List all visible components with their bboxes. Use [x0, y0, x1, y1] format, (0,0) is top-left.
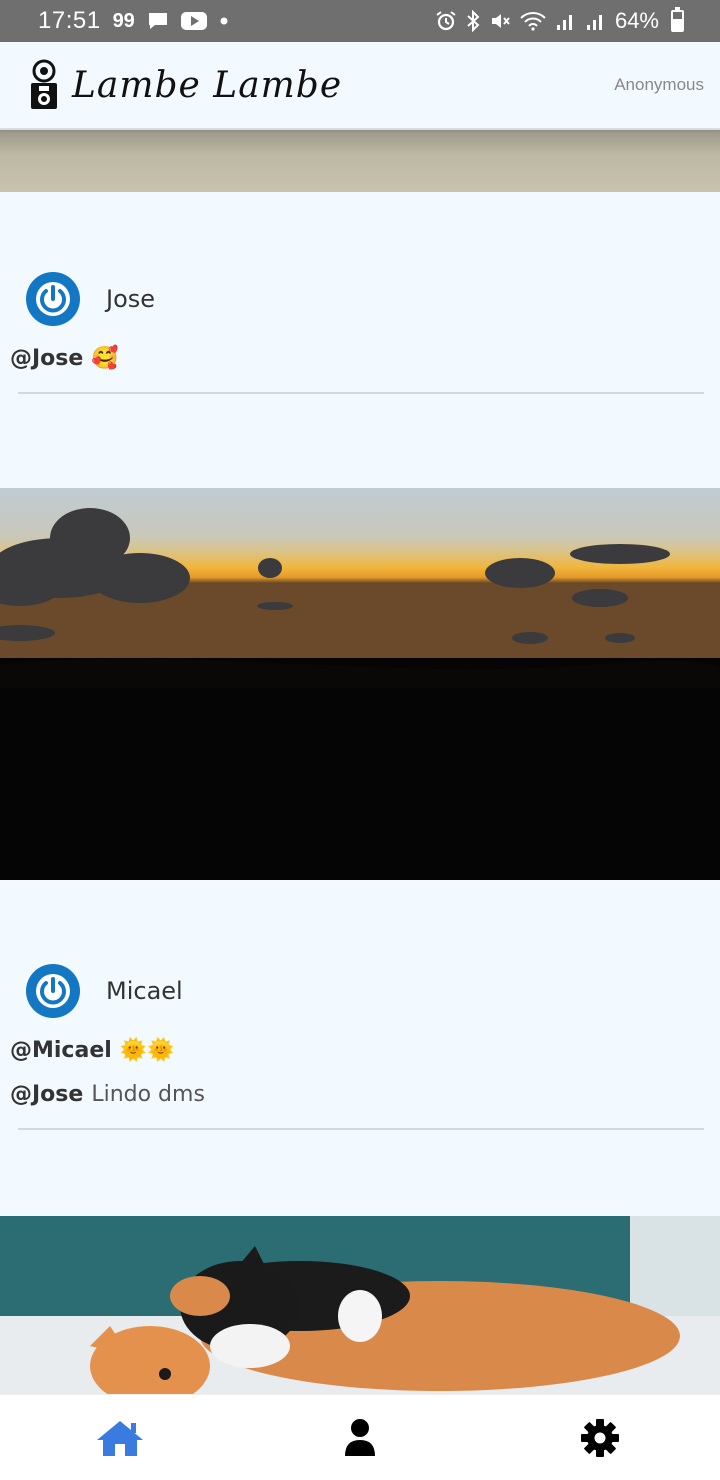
- post-image[interactable]: [0, 488, 720, 880]
- comment-text: Lindo dms: [91, 1082, 205, 1107]
- app-title: Lambe Lambe: [72, 64, 343, 106]
- camera-icon: [28, 59, 60, 111]
- post-header: Micael: [26, 964, 183, 1018]
- user-label[interactable]: Anonymous: [614, 75, 704, 95]
- comment-handle[interactable]: @Jose: [10, 1082, 83, 1107]
- post-author: Micael: [106, 977, 183, 1005]
- user-icon: [345, 1418, 375, 1456]
- comment-emoji: 🌞🌞: [119, 1038, 175, 1063]
- power-icon: [36, 974, 70, 1008]
- comment-emoji: 🥰: [91, 346, 119, 371]
- divider: [18, 1128, 704, 1130]
- home-icon: [97, 1420, 143, 1456]
- nav-home[interactable]: [0, 1395, 240, 1480]
- message-icon: [147, 11, 169, 31]
- status-bar: 17:51 99 64%: [0, 0, 720, 42]
- feed[interactable]: Jose @Jose 🥰 Micael @Micael 🌞🌞 @Jose Lin…: [0, 130, 720, 1394]
- sunset-image: [0, 488, 720, 880]
- nav-settings[interactable]: [480, 1395, 720, 1480]
- bottom-nav: [0, 1394, 720, 1480]
- comment-handle[interactable]: @Jose: [10, 346, 83, 371]
- comment: @Micael 🌞🌞: [10, 1038, 175, 1063]
- status-right: 64%: [435, 7, 684, 34]
- nav-profile[interactable]: [240, 1395, 480, 1480]
- settings-icon: [581, 1418, 619, 1457]
- post-header: Jose: [26, 272, 155, 326]
- app-header: Lambe Lambe Anonymous: [0, 42, 720, 130]
- battery-percent: 64%: [614, 8, 659, 33]
- status-left: 17:51 99: [38, 7, 229, 35]
- signal-icon: [585, 10, 607, 32]
- dot-icon: [219, 16, 229, 26]
- wifi-icon: [519, 10, 547, 32]
- notification-count: 99: [112, 9, 135, 32]
- divider: [18, 392, 704, 394]
- mute-icon: [489, 10, 511, 32]
- avatar[interactable]: [26, 272, 80, 326]
- battery-icon: [671, 7, 684, 32]
- status-time: 17:51: [38, 7, 101, 34]
- post-image[interactable]: [0, 1216, 720, 1394]
- avatar[interactable]: [26, 964, 80, 1018]
- youtube-icon: [180, 12, 207, 30]
- power-icon: [36, 282, 70, 316]
- comment-handle[interactable]: @Micael: [10, 1038, 112, 1063]
- comment: @Jose Lindo dms: [10, 1082, 205, 1107]
- signal-icon: [555, 10, 577, 32]
- comment: @Jose 🥰: [10, 346, 119, 371]
- alarm-icon: [435, 10, 457, 32]
- post-image[interactable]: [0, 130, 720, 192]
- post-author: Jose: [106, 285, 156, 313]
- cats-image: [0, 1216, 720, 1394]
- bluetooth-icon: [465, 10, 481, 32]
